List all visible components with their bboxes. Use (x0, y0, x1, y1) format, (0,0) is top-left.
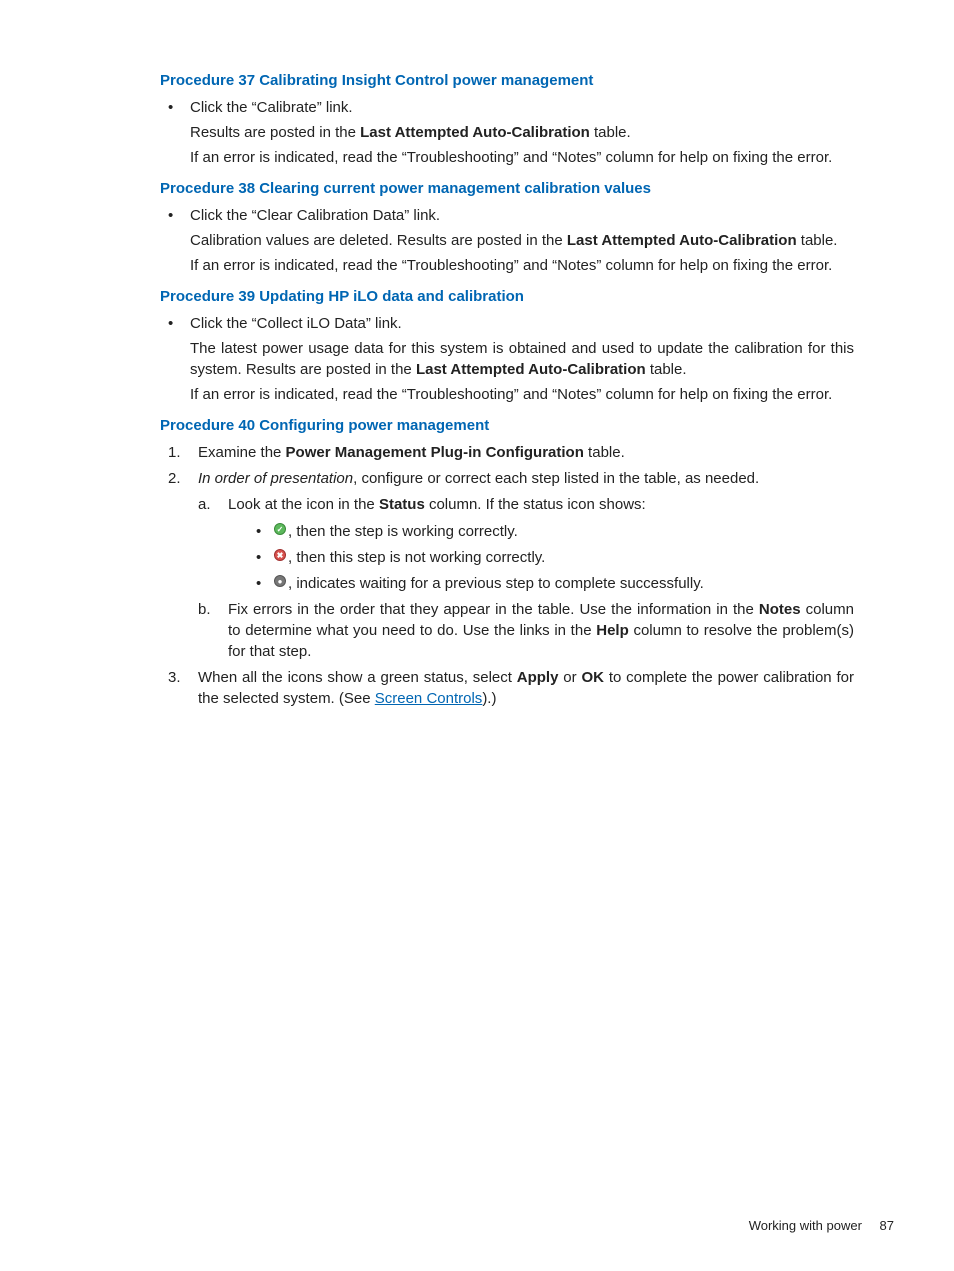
proc38-bullet: Click the “Clear Calibration Data” link. (160, 205, 854, 226)
substep-letter: b. (198, 599, 211, 620)
table-name: Last Attempted Auto-Calibration (567, 232, 797, 249)
page-footer: Working with power 87 (749, 1218, 894, 1233)
text: column. If the status icon shows: (425, 496, 646, 513)
button-name: Apply (517, 669, 559, 686)
step-number: 2. (168, 468, 181, 489)
step-number: 3. (168, 667, 181, 688)
text: , then this step is not working correctl… (288, 549, 545, 566)
icon-meaning-waiting: ● , indicates waiting for a previous ste… (228, 573, 854, 594)
status-waiting-icon: ● (274, 575, 286, 587)
text: table. (646, 361, 687, 378)
emphasis: In order of presentation (198, 470, 353, 487)
step-2: 2. In order of presentation, configure o… (164, 468, 854, 662)
proc37-bullet: Click the “Calibrate” link. (160, 97, 854, 118)
text: Calibration values are deleted. Results … (190, 232, 567, 249)
step-3: 3. When all the icons show a green statu… (164, 667, 854, 709)
text: Look at the icon in the (228, 496, 379, 513)
procedure-37-heading: Procedure 37 Calibrating Insight Control… (160, 72, 854, 89)
screen-controls-link[interactable]: Screen Controls (375, 690, 483, 707)
text: Fix errors in the order that they appear… (228, 601, 759, 618)
icon-meaning-error: ✖ , then this step is not working correc… (228, 547, 854, 568)
ordered-steps: 1. Examine the Power Management Plug-in … (164, 442, 854, 709)
table-name: Power Management Plug-in Configuration (286, 444, 584, 461)
column-name: Notes (759, 601, 801, 618)
text: Results are posted in the (190, 124, 360, 141)
proc37-result: Results are posted in the Last Attempted… (190, 122, 854, 143)
text: table. (584, 444, 625, 461)
text: ).) (482, 690, 496, 707)
step-2b: b. Fix errors in the order that they app… (198, 599, 854, 662)
footer-section-title: Working with power (749, 1218, 862, 1233)
text: or (558, 669, 581, 686)
text: table. (797, 232, 838, 249)
text: , then the step is working correctly. (288, 523, 518, 540)
column-name: Status (379, 496, 425, 513)
text: When all the icons show a green status, … (198, 669, 517, 686)
procedure-40-heading: Procedure 40 Configuring power managemen… (160, 417, 854, 434)
button-name: OK (581, 669, 604, 686)
step-1: 1. Examine the Power Management Plug-in … (164, 442, 854, 463)
column-name: Help (596, 622, 629, 639)
table-name: Last Attempted Auto-Calibration (360, 124, 590, 141)
table-name: Last Attempted Auto-Calibration (416, 361, 646, 378)
step-2a: a. Look at the icon in the Status column… (198, 494, 854, 594)
procedure-39-heading: Procedure 39 Updating HP iLO data and ca… (160, 288, 854, 305)
status-ok-icon: ✓ (274, 523, 286, 535)
page-content: Procedure 37 Calibrating Insight Control… (60, 72, 894, 709)
proc39-error-note: If an error is indicated, read the “Trou… (190, 384, 854, 405)
text: Examine the (198, 444, 286, 461)
proc39-bullet: Click the “Collect iLO Data” link. (160, 313, 854, 334)
proc39-result: The latest power usage data for this sys… (190, 338, 854, 380)
proc37-error-note: If an error is indicated, read the “Trou… (190, 147, 854, 168)
proc38-result: Calibration values are deleted. Results … (190, 230, 854, 251)
text: , configure or correct each step listed … (353, 470, 759, 487)
step-number: 1. (168, 442, 181, 463)
status-error-icon: ✖ (274, 549, 286, 561)
text: table. (590, 124, 631, 141)
proc38-error-note: If an error is indicated, read the “Trou… (190, 255, 854, 276)
icon-meaning-ok: ✓ , then the step is working correctly. (228, 521, 854, 542)
text: , indicates waiting for a previous step … (288, 575, 704, 592)
substep-letter: a. (198, 494, 211, 515)
procedure-38-heading: Procedure 38 Clearing current power mana… (160, 180, 854, 197)
page-number: 87 (880, 1218, 894, 1233)
